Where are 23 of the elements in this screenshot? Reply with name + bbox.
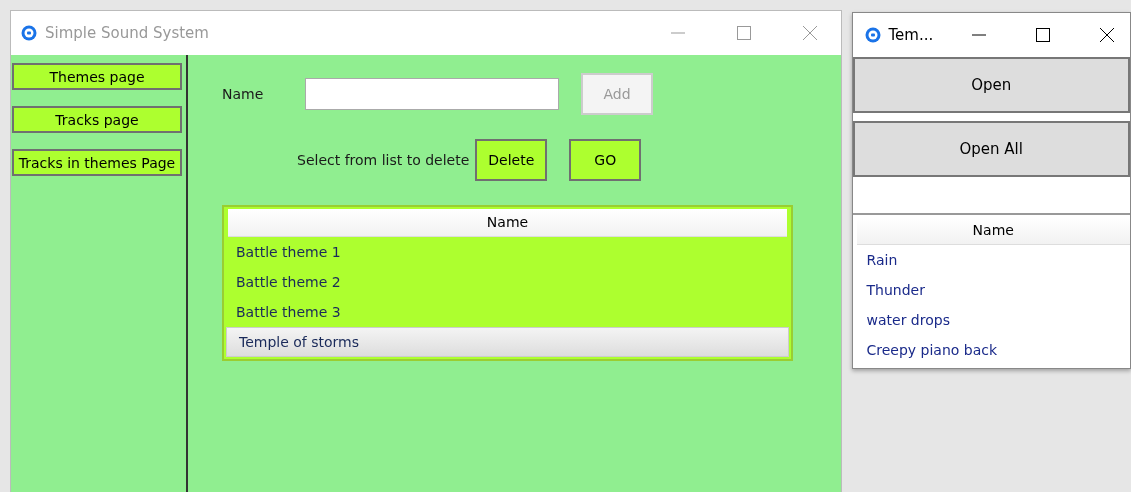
field-label: Name	[222, 86, 265, 102]
app-icon	[21, 25, 37, 41]
list-item[interactable]: Temple of storms	[226, 327, 789, 357]
name-field[interactable]	[305, 78, 559, 110]
close-icon[interactable]	[1100, 28, 1114, 42]
window-title: Tem...	[888, 26, 934, 44]
open-button[interactable]: Open All	[852, 121, 1130, 177]
nav-button[interactable]: Tracks in themes Page	[12, 149, 182, 176]
go-button[interactable]: GO	[569, 139, 642, 181]
nav-button[interactable]: Tracks page	[12, 106, 182, 133]
nav-button[interactable]: Themes page	[12, 63, 182, 90]
list-item[interactable]: water drops	[852, 305, 1130, 335]
list-item[interactable]: Rain	[852, 245, 1130, 275]
window-title: Simple Sound System	[45, 24, 209, 42]
app-icon	[864, 27, 881, 43]
maximize-icon[interactable]	[1036, 28, 1050, 42]
list-item[interactable]: Thunder	[852, 275, 1130, 305]
delete-hint: Select from list to delete	[297, 152, 470, 168]
open-button[interactable]: Open	[852, 57, 1130, 113]
column-header[interactable]: Name	[856, 217, 1130, 245]
list-item[interactable]: Creepy piano back	[852, 335, 1130, 365]
column-header[interactable]: Name	[228, 209, 787, 237]
delete-button[interactable]: Delete	[475, 139, 548, 181]
